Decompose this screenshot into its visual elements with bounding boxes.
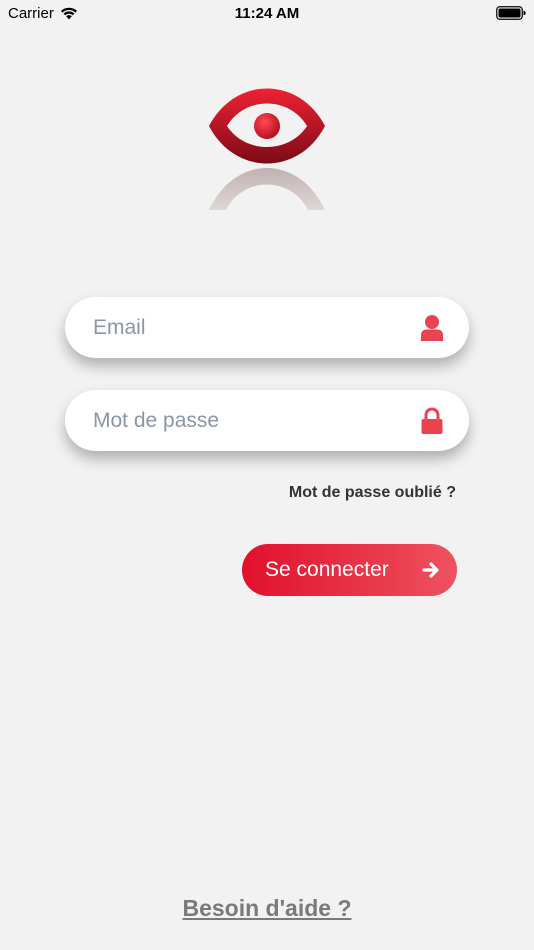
battery-icon [496, 6, 526, 20]
forgot-password-link[interactable]: Mot de passe oublié ? [289, 484, 456, 502]
status-time: 11:24 AM [234, 5, 300, 22]
user-icon [421, 315, 443, 341]
help-link[interactable]: Besoin d'aide ? [0, 895, 534, 922]
password-input[interactable] [91, 407, 405, 434]
email-field[interactable] [65, 297, 469, 358]
lock-icon [421, 407, 443, 434]
arrow-right-icon [422, 562, 439, 578]
status-bar: Carrier 11:24 AM [0, 0, 534, 28]
email-input[interactable] [91, 314, 405, 341]
connect-button[interactable]: Se connecter [242, 544, 457, 596]
connect-button-label: Se connecter [265, 558, 389, 581]
eye-logo [209, 88, 325, 210]
password-field[interactable] [65, 390, 469, 451]
